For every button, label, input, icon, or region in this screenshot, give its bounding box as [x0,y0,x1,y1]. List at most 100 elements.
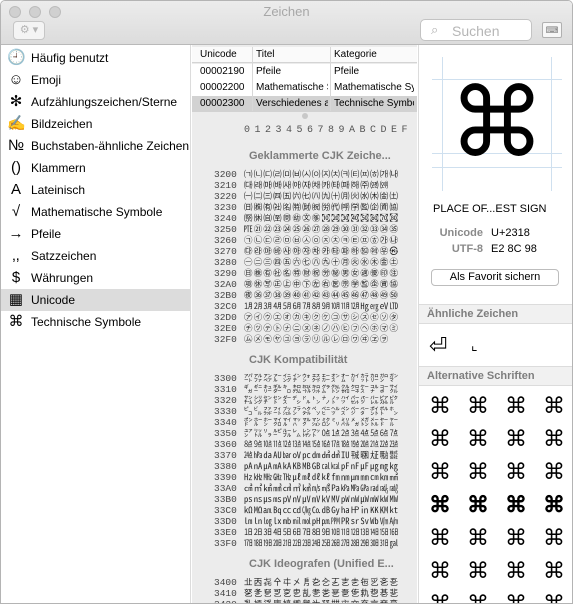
similar-character[interactable]: ⏎ [429,333,447,359]
column-header[interactable]: Kategorie [334,49,377,60]
sidebar-item[interactable]: ✍ Bildzeichen [1,113,191,135]
sidebar-item[interactable]: ⌘ Technische Symbole [1,311,191,333]
glyph-cells[interactable]: ㏠㏡㏢㏣㏤㏥㏦㏧㏨㏩㏪㏫㏬㏭㏮㏯ [244,527,416,538]
sidebar-item[interactable]: A Lateinisch [1,179,191,201]
column-header[interactable]: Titel [256,49,275,60]
glyph-cells[interactable]: ㋰㋱㋲㋳㋴㋵㋶㋷㋸㋹㋺㋻㋼㋽㋾ [244,334,416,345]
alternative-glyph[interactable]: ⌘ [467,527,489,549]
codepoint-label: 3390 [214,472,237,483]
sidebar-item[interactable]: ✻ Aufzählungszeichen/Sterne [1,91,191,113]
glyph-cells[interactable]: ㋐㋑㋒㋓㋔㋕㋖㋗㋘㋙㋚㋛㋜㋝㋞㋟ [244,312,416,323]
codepoint-label: 33F0 [214,538,237,549]
sidebar-item[interactable]: № Buchstaben-ähnliche Zeichen [1,135,191,157]
keyboard-viewer-button[interactable]: ⌨ [542,22,562,38]
table-row[interactable]: 00002200 Mathematische S Mathematische Sy [192,80,417,96]
alternative-glyph[interactable]: ⌘ [429,428,451,450]
alternative-glyph[interactable]: ⌘ [467,395,489,417]
hex-digit: 1 [254,125,261,136]
alternative-glyph[interactable]: ⌘ [543,395,565,417]
alternative-glyph[interactable]: ⌘ [543,527,565,549]
glyph-cells[interactable]: ㌀㌁㌂㌃㌄㌅㌆㌇㌈㌉㌊㌋㌌㌍㌎㌏ [244,373,416,384]
glyph-row: 33C0 ㏀㏁㏂㏃㏄㏅㏆㏇㏈㏉㏊㏋㏌㏍㏎㏏ [192,505,417,516]
glyph-cells[interactable]: ㍠㍡㍢㍣㍤㍥㍦㍧㍨㍩㍪㍫㍬㍭㍮㍯ [244,439,416,450]
sidebar-item-label: Lateinisch [31,183,86,197]
alternative-glyph[interactable]: ⌘ [429,494,451,516]
sidebar-item[interactable]: ☺ Emoji [1,69,191,91]
glyph-cells[interactable]: ㊐㊑㊒㊓㊔㊕㊖㊗㊘㊙㊚㊛㊜㊝㊞㊟ [244,268,416,279]
alternative-glyph[interactable]: ⌘ [467,428,489,450]
glyph-cells[interactable]: 㐐㐑㐒㐓㐔㐕㐖㐗㐘㐙㐚㐛㐜㐝㐞㐟 [244,588,416,599]
alternative-glyph[interactable]: ⌘ [429,560,451,582]
alternative-glyph[interactable]: ⌘ [505,560,527,582]
glyph-cells[interactable]: ㉀㉁㉂㉃㉄㉅㉆㉇㉈㉉㉊㉋㉌㉍㉎㉏ [244,213,416,224]
alternative-glyph[interactable]: ⌘ [543,560,565,582]
glyph-cells[interactable]: ㏐㏑㏒㏓㏔㏕㏖㏗㏘㏙㏚㏛㏜㏝㏞㏟ [244,516,416,527]
glyph-cells[interactable]: ㈠㈡㈢㈣㈤㈥㈦㈧㈨㈩㈪㈫㈬㈭㈮㈯ [244,191,416,202]
glyph-cells[interactable]: 㐀㐁㐂㐃㐄㐅㐆㐇㐈㐉㐊㐋㐌㐍㐎㐏 [244,577,416,588]
alternative-glyph[interactable]: ⌘ [505,461,527,483]
add-favorite-button[interactable]: Als Favorit sichern [431,269,559,286]
glyph-cells[interactable]: ㈐㈑㈒㈓㈔㈕㈖㈗㈘㈙㈚㈛㈜㈝㈞ [244,180,416,191]
alternative-glyph[interactable]: ⌘ [505,428,527,450]
alternative-glyph[interactable]: ⌘ [505,593,527,604]
sidebar-item[interactable]: → Pfeile [1,223,191,245]
glyph-cells[interactable]: ㌰㌱㌲㌳㌴㌵㌶㌷㌸㌹㌺㌻㌼㌽㌾㌿ [244,406,416,417]
glyph-cells[interactable]: ㎠㎡㎢㎣㎤㎥㎦㎧㎨㎩㎪㎫㎬㎭㎮㎯ [244,483,416,494]
glyph-cells[interactable]: ㉠㉡㉢㉣㉤㉥㉦㉧㉨㉩㉪㉫㉬㉭㉮㉯ [244,235,416,246]
similar-header: Ähnliche Zeichen [419,304,572,324]
glyph-cells[interactable]: ㋠㋡㋢㋣㋤㋥㋦㋧㋨㋩㋪㋫㋬㋭㋮㋯ [244,323,416,334]
glyph-cells[interactable]: ㉰㉱㉲㉳㉴㉵㉶㉷㉸㉹㉺㉻㉼㉽㉾㉿ [244,246,416,257]
alternative-glyph[interactable]: ⌘ [429,461,451,483]
table-row[interactable]: 00002300 Verschiedenes a Technische Symbo [192,96,417,112]
glyph-cells[interactable]: ㎰㎱㎲㎳㎴㎵㎶㎷㎸㎹㎺㎻㎼㎽㎾㎿ [244,494,416,505]
alternative-glyph[interactable]: ⌘ [429,593,451,604]
alternative-glyph[interactable]: ⌘ [505,527,527,549]
glyph-cells[interactable]: ㉐㉑㉒㉓㉔㉕㉖㉗㉘㉙㉚㉛㉜㉝㉞㉟ [244,224,416,235]
glyph-row: 3400 㐀㐁㐂㐃㐄㐅㐆㐇㐈㐉㐊㐋㐌㐍㐎㐏 [192,577,417,588]
glyph-cells[interactable]: ㋀㋁㋂㋃㋄㋅㋆㋇㋈㋉㋊㋋㋌㋍㋎㋏ [244,301,416,312]
alternative-glyph[interactable]: ⌘ [429,527,451,549]
unicode-info: Unicode U+2318 [427,227,530,239]
alternative-glyph[interactable]: ⌘ [505,494,527,516]
alternative-glyph[interactable]: ⌘ [505,395,527,417]
glyph-cells[interactable]: ㊰㊱㊲㊳㊴㊵㊶㊷㊸㊹㊺㊻㊼㊽㊾㊿ [244,290,416,301]
glyph-cells[interactable]: ㍐㍑㍒㍓㍔㍕㍖㍗㍘㍙㍚㍛㍜㍝㍞㍟ [244,428,416,439]
alternative-glyph[interactable]: ⌘ [543,494,565,516]
sidebar-item[interactable]: ▦ Unicode [1,289,191,311]
alternative-glyph[interactable]: ⌘ [543,593,565,604]
glyph-row: 33B0 ㎰㎱㎲㎳㎴㎵㎶㎷㎸㎹㎺㎻㎼㎽㎾㎿ [192,494,417,505]
sidebar-item[interactable]: ‚, Satzzeichen [1,245,191,267]
glyph-row: 3310 ㌐㌑㌒㌓㌔㌕㌖㌗㌘㌙㌚㌛㌜㌝㌞㌟ [192,384,417,395]
action-menu-button[interactable]: ⚙ ▾ [13,21,45,40]
glyph-cells[interactable]: ㈰㈱㈲㈳㈴㈵㈶㈷㈸㈹㈺㈻㈼㈽㈾㈿ [244,202,416,213]
glyph-cells[interactable]: 㐠㐡㐢㐣㐤㐥㐦㐧㐨㐩㐪㐫㐬㐭㐮㐯 [244,599,416,603]
alternative-glyph[interactable]: ⌘ [429,395,451,417]
glyph-cells[interactable]: ㎐㎑㎒㎓㎔㎕㎖㎗㎘㎙㎚㎛㎜㎝㎞㎟ [244,472,416,483]
alternative-glyph[interactable]: ⌘ [467,560,489,582]
glyph-cells[interactable]: ㈀㈁㈂㈃㈄㈅㈆㈇㈈㈉㈊㈋㈌㈍㈎㈏ [244,169,416,180]
split-handle[interactable] [302,113,308,119]
glyph-cells[interactable]: ㌐㌑㌒㌓㌔㌕㌖㌗㌘㌙㌚㌛㌜㌝㌞㌟ [244,384,416,395]
similar-character[interactable]: ⌞ [471,337,478,354]
codepoint-label: 3250 [214,224,237,235]
sidebar-item[interactable]: √ Mathematische Symbole [1,201,191,223]
glyph-cells[interactable]: ㊠㊡㊢㊣㊤㊥㊦㊧㊨㊩㊪㊫㊬㊭㊮㊯ [244,279,416,290]
glyph-cells[interactable]: ㏰㏱㏲㏳㏴㏵㏶㏷㏸㏹㏺㏻㏼㏽㏾㏿ [244,538,416,549]
glyph-cells[interactable]: ㍰㍱㍲㍳㍴㍵㍶㍷㍸㍹㍺㍻㍼㍽㍾㍿ [244,450,416,461]
alternative-glyph[interactable]: ⌘ [543,428,565,450]
sidebar-item[interactable]: $ Währungen [1,267,191,289]
glyph-cells[interactable]: ㎀㎁㎂㎃㎄㎅㎆㎇㎈㎉㎊㎋㎌㎍㎎㎏ [244,461,416,472]
alternative-glyph[interactable]: ⌘ [543,461,565,483]
glyph-cells[interactable]: ㏀㏁㏂㏃㏄㏅㏆㏇㏈㏉㏊㏋㏌㏍㏎㏏ [244,505,416,516]
sidebar-item[interactable]: () Klammern [1,157,191,179]
table-row[interactable]: 00002190 Pfeile Pfeile [192,64,417,80]
sidebar-item[interactable]: 🕘 Häufig benutzt [1,47,191,69]
alternative-glyph[interactable]: ⌘ [467,593,489,604]
alternative-glyph[interactable]: ⌘ [467,494,489,516]
glyph-cells[interactable]: ㌠㌡㌢㌣㌤㌥㌦㌧㌨㌩㌪㌫㌬㌭㌮㌯ [244,395,416,406]
glyph-cells[interactable]: ㍀㍁㍂㍃㍄㍅㍆㍇㍈㍉㍊㍋㍌㍍㍎㍏ [244,417,416,428]
alternative-glyph[interactable]: ⌘ [467,461,489,483]
search-field[interactable]: ⌕ Suchen [420,19,532,41]
glyph-cells[interactable]: ㊀㊁㊂㊃㊄㊅㊆㊇㊈㊉㊊㊋㊌㊍㊎㊏ [244,257,416,268]
column-header[interactable]: Unicode [200,49,237,60]
